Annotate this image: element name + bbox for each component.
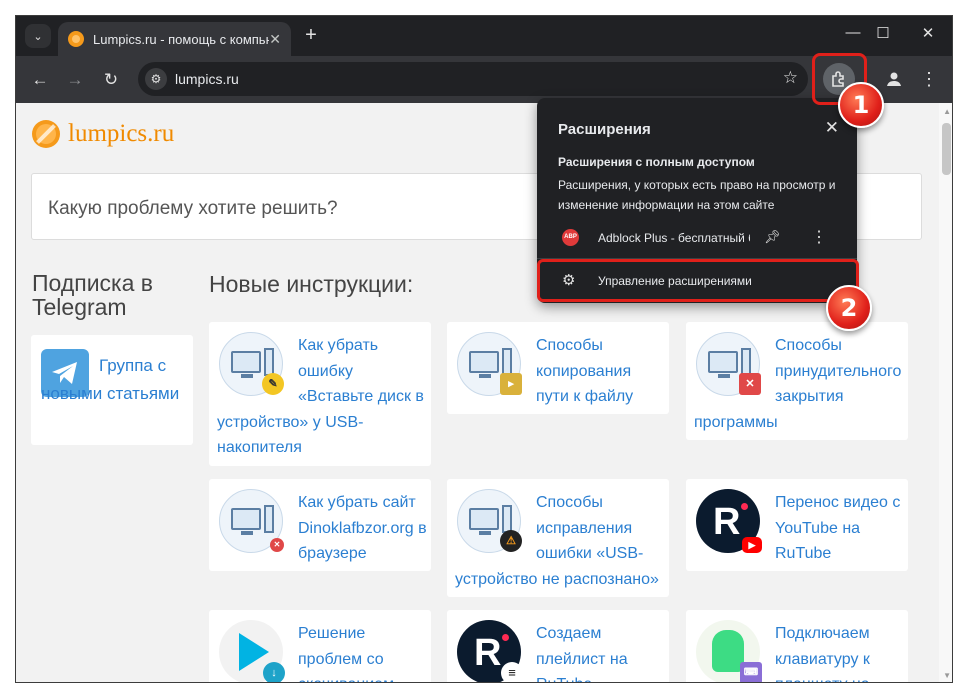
telegram-card[interactable]: Группа с новыми статьями <box>31 335 193 445</box>
popup-close-icon[interactable]: ✕ <box>825 118 839 138</box>
tab-title: Lumpics.ru - помощь с компьютером <box>93 31 269 47</box>
tab-strip: ⌄ Lumpics.ru - помощь с компьютером ✕ + … <box>16 16 952 56</box>
lumpics-favicon-icon <box>68 31 84 47</box>
article-card[interactable]: ⌨ Подключаем клавиатуру к планшету на <box>686 610 908 682</box>
article-card[interactable]: ↓ Решение проблем со скачиванием <box>209 610 431 682</box>
highlight-manage-extensions <box>537 259 859 302</box>
extension-name[interactable]: Adblock Plus - бесплатный блокировщик ре… <box>598 231 750 245</box>
step-marker-1: 1 <box>838 82 884 128</box>
article-title[interactable]: Решение проблем со скачиванием <box>298 625 394 682</box>
tab-lumpics[interactable]: Lumpics.ru - помощь с компьютером ✕ <box>58 22 291 56</box>
pin-icon[interactable]: 📌︎ <box>764 229 781 245</box>
scroll-up-arrow-icon[interactable]: ▲ <box>943 107 951 116</box>
kebab-menu-icon: ⋮ <box>920 69 938 89</box>
article-title[interactable]: Как убрать сайт Dinoklafbzor.org в брауз… <box>298 494 427 562</box>
arrow-right-icon: → <box>66 70 84 89</box>
telegram-card-text[interactable]: Группа с новыми статьями <box>41 352 186 408</box>
minimize-button[interactable]: — <box>838 24 868 41</box>
bookmark-star-icon[interactable]: ☆ <box>783 68 798 88</box>
person-icon <box>887 72 901 86</box>
chevron-down-icon: ⌄ <box>33 30 43 43</box>
article-title[interactable]: Способы копирования пути к файлу <box>536 337 633 405</box>
article-card[interactable]: ✕ Способы принудительного закрытия прогр… <box>686 322 908 440</box>
scroll-thumb[interactable] <box>942 123 951 175</box>
article-title[interactable]: Подключаем клавиатуру к планшету на <box>775 625 870 682</box>
page-scrollbar[interactable]: ▲ ▼ <box>939 103 952 682</box>
telegram-heading: Подписка в Telegram <box>32 270 154 320</box>
article-card[interactable]: R ▶ Перенос видео с YouTube на RuTube <box>686 479 908 571</box>
full-access-heading: Расширения с полным доступом <box>558 155 755 169</box>
reload-button[interactable]: ↻ <box>99 68 123 92</box>
step-marker-2: 2 <box>826 285 872 331</box>
address-bar[interactable]: ⚙ lumpics.ru ☆ <box>138 62 808 96</box>
article-card[interactable]: ▸ Способы копирования пути к файлу <box>447 322 669 414</box>
site-logo[interactable]: lumpics.ru <box>32 120 174 148</box>
article-card[interactable]: R ≡ Создаем плейлист на RuTube <box>447 610 669 682</box>
popup-title: Расширения <box>558 121 651 138</box>
tab-search-button[interactable]: ⌄ <box>25 24 51 48</box>
site-info-icon[interactable]: ⚙ <box>145 68 167 90</box>
tab-close-icon[interactable]: ✕ <box>269 31 281 48</box>
new-tab-button[interactable]: + <box>300 25 322 47</box>
new-instructions-heading: Новые инструкции: <box>209 271 414 297</box>
search-placeholder: Какую проблему хотите решить? <box>48 198 338 219</box>
close-window-button[interactable]: ✕ <box>913 24 943 42</box>
url-text[interactable]: lumpics.ru <box>175 71 239 87</box>
article-card[interactable]: ✎ Как убрать ошибку «Вставьте диск в уст… <box>209 322 431 466</box>
extension-row-adblock[interactable]: ABP Adblock Plus - бесплатный блокировщи… <box>537 221 857 255</box>
full-access-description: Расширения, у которых есть право на прос… <box>558 178 836 212</box>
forward-button[interactable]: → <box>63 68 87 92</box>
article-card[interactable]: ✕ Как убрать сайт Dinoklafbzor.org в бра… <box>209 479 431 571</box>
orange-logo-icon <box>32 120 60 148</box>
back-button[interactable]: ← <box>28 68 52 92</box>
profile-button[interactable] <box>882 67 906 91</box>
logo-text: lumpics.ru <box>68 120 175 147</box>
arrow-left-icon: ← <box>31 70 49 89</box>
browser-window: ⌄ Lumpics.ru - помощь с компьютером ✕ + … <box>15 15 953 683</box>
reload-icon: ↻ <box>103 70 119 89</box>
article-card[interactable]: ⚠ Способы исправления ошибки «USB-устрой… <box>447 479 669 597</box>
browser-menu-button[interactable]: ⋮ <box>920 67 938 91</box>
adblock-plus-icon: ABP <box>562 229 579 246</box>
maximize-button[interactable]: ☐ <box>868 24 898 42</box>
scroll-down-arrow-icon[interactable]: ▼ <box>943 671 951 680</box>
article-title[interactable]: Создаем плейлист на RuTube <box>536 625 628 682</box>
extension-menu-icon[interactable]: ⋮ <box>811 227 827 247</box>
article-title[interactable]: Перенос видео с YouTube на RuTube <box>775 494 900 562</box>
